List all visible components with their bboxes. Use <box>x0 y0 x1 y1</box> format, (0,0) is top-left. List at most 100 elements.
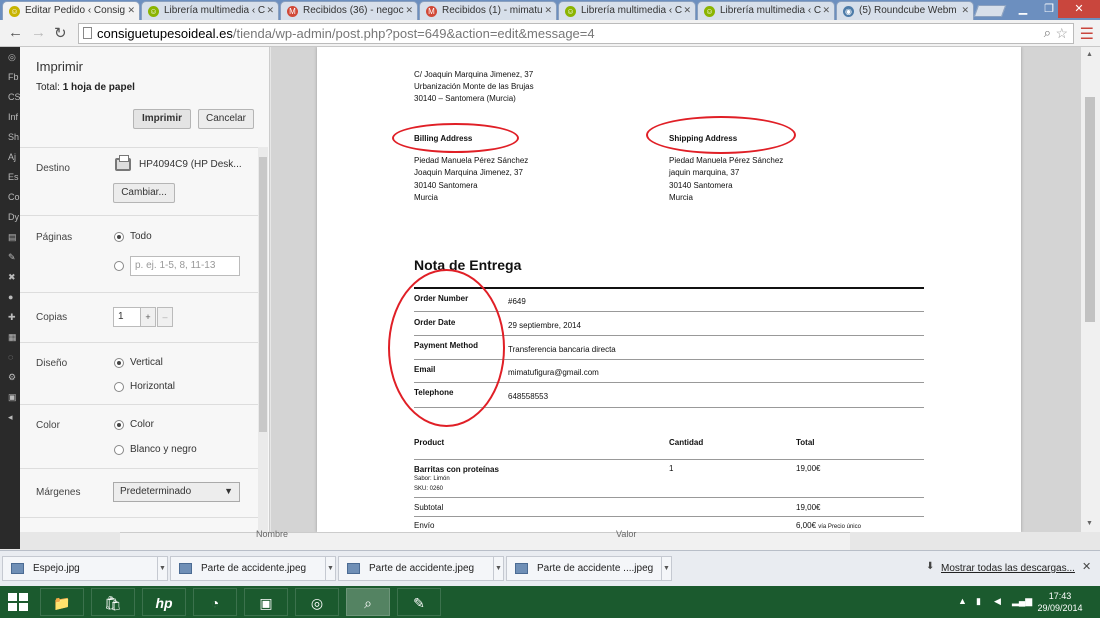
copies-input[interactable]: 1 <box>113 307 141 327</box>
tab-label: (5) Roundcube Webm <box>859 5 957 16</box>
chevron-down-icon[interactable]: ▼ <box>493 557 503 580</box>
tab-libreria-1[interactable]: ☺ Librería multimedia ‹ C ✕ <box>141 1 279 20</box>
pages-label: Páginas <box>36 232 73 243</box>
menu-item-icon[interactable]: ▤ <box>0 227 20 247</box>
order-value: Transferencia bancaria directa <box>508 345 616 354</box>
hp-icon[interactable]: hp <box>142 588 186 616</box>
tab-libreria-3[interactable]: ☺ Librería multimedia ‹ C ✕ <box>697 1 835 20</box>
close-icon[interactable]: ✕ <box>544 5 552 16</box>
image-file-icon <box>179 563 192 574</box>
file-explorer-icon[interactable]: 📁 <box>40 588 84 616</box>
url-text: consiguetupesoideal.es/tienda/wp-admin/p… <box>97 26 595 41</box>
download-item[interactable]: Parte de accidente.jpeg ▼ <box>170 556 336 581</box>
recovery-icon[interactable]: ◔ <box>193 588 237 616</box>
paint-icon[interactable]: ✎ <box>397 588 441 616</box>
minimize-button[interactable]: ▁ <box>1010 0 1036 18</box>
pages-custom-radio[interactable] <box>114 261 124 271</box>
search-icon[interactable]: ⌕ <box>1044 25 1051 41</box>
layout-vertical-label: Vertical <box>130 357 163 368</box>
sidebar-item[interactable]: CS <box>0 87 20 107</box>
chevron-down-icon[interactable]: ▼ <box>661 557 671 580</box>
reload-icon[interactable]: ↻ <box>54 24 67 42</box>
clock[interactable]: 17:43 29/09/2014 <box>1030 590 1090 614</box>
sidebar-item[interactable]: Es <box>0 167 20 187</box>
close-icon[interactable]: ✕ <box>822 5 830 16</box>
wp-logo-icon: ◎ <box>8 52 16 62</box>
pages-all-radio[interactable] <box>114 232 124 242</box>
close-window-button[interactable]: ✕ <box>1058 0 1100 18</box>
tab-editar-pedido[interactable]: ☺ Editar Pedido ‹ Consig ✕ <box>2 1 140 20</box>
margins-select[interactable]: Predeterminado ▼ <box>113 482 240 502</box>
total-pages: Total: 1 hoja de papel <box>36 82 135 93</box>
chevron-down-icon[interactable]: ▼ <box>325 557 335 580</box>
settings-scrollbar[interactable] <box>258 147 268 532</box>
settings-icon[interactable]: ▦ <box>0 327 20 347</box>
scroll-down-icon[interactable]: ▼ <box>1086 520 1093 527</box>
close-icon[interactable]: ✕ <box>266 5 274 16</box>
pin-icon[interactable]: ✎ <box>0 247 20 267</box>
battery-icon[interactable]: ▮ <box>976 596 981 607</box>
download-item[interactable]: Parte de accidente ....jpeg ▼ <box>506 556 672 581</box>
copies-plus-button[interactable]: + <box>140 307 156 327</box>
windows-start-icon[interactable] <box>8 593 28 611</box>
user-icon[interactable]: ● <box>0 287 20 307</box>
close-icon[interactable]: ✕ <box>683 5 691 16</box>
color-color-radio[interactable] <box>114 420 124 430</box>
color-bw-radio[interactable] <box>114 445 124 455</box>
pages-range-input[interactable]: p. ej. 1-5, 8, 11-13 <box>130 256 240 276</box>
image-file-icon <box>347 563 360 574</box>
box-icon[interactable]: ▣ <box>0 387 20 407</box>
close-icon[interactable]: ✕ <box>1082 560 1091 573</box>
download-item[interactable]: Parte de accidente.jpeg ▼ <box>338 556 504 581</box>
back-arrow-icon[interactable]: ← <box>8 24 23 41</box>
collapse-icon[interactable]: ◂ <box>0 407 20 427</box>
scrollbar-thumb[interactable] <box>1085 97 1095 322</box>
copies-minus-button[interactable]: – <box>157 307 173 327</box>
skype-icon[interactable]: ◎ <box>295 588 339 616</box>
volume-icon[interactable]: ◀ <box>994 596 1001 607</box>
address-bar[interactable]: consiguetupesoideal.es/tienda/wp-admin/p… <box>78 23 1074 44</box>
chrome-icon[interactable]: ⌕ <box>346 588 390 616</box>
sidebar-item[interactable]: Fb <box>0 67 20 87</box>
gear-icon[interactable]: ⚙ <box>0 367 20 387</box>
close-icon[interactable]: ✕ <box>405 5 413 16</box>
sidebar-item[interactable]: Aj <box>0 147 20 167</box>
download-filename: Parte de accidente.jpeg <box>201 563 307 574</box>
chevron-down-icon[interactable]: ▼ <box>157 557 167 580</box>
star-icon[interactable]: ☆ <box>1055 25 1068 42</box>
circle-icon[interactable]: ◌ <box>0 347 20 367</box>
scroll-up-icon[interactable]: ▲ <box>1086 51 1093 58</box>
change-printer-button[interactable]: Cambiar... <box>113 183 175 203</box>
tab-gmail-1[interactable]: M Recibidos (36) - negoc ✕ <box>280 1 418 20</box>
forward-arrow-icon[interactable]: → <box>31 24 46 41</box>
sidebar-item[interactable]: Sh <box>0 127 20 147</box>
new-tab-button[interactable] <box>973 5 1007 17</box>
print-button[interactable]: Imprimir <box>133 109 191 129</box>
close-icon[interactable]: ✕ <box>961 5 969 16</box>
download-item[interactable]: Espejo.jpg ▼ <box>2 556 168 581</box>
show-all-downloads-link[interactable]: Mostrar todas las descargas... <box>941 563 1075 574</box>
tab-gmail-2[interactable]: M Recibidos (1) - mimatu ✕ <box>419 1 557 20</box>
row-divider <box>414 459 924 460</box>
scrollbar-thumb[interactable] <box>259 157 267 432</box>
tray-expand-icon[interactable]: ▲ <box>958 596 967 606</box>
sidebar-item[interactable]: Inf <box>0 107 20 127</box>
preview-scrollbar[interactable]: ▲ ▼ <box>1081 47 1100 532</box>
menu-icon[interactable]: ☰ <box>1080 24 1094 44</box>
divider <box>20 342 258 343</box>
sidebar-item[interactable]: Co <box>0 187 20 207</box>
wrench-icon[interactable]: ✖ <box>0 267 20 287</box>
tab-libreria-2[interactable]: ☺ Librería multimedia ‹ C ✕ <box>558 1 696 20</box>
layout-horizontal-radio[interactable] <box>114 382 124 392</box>
tab-roundcube[interactable]: ◉ (5) Roundcube Webm ✕ <box>836 1 974 20</box>
store-icon[interactable]: 🛍 <box>91 588 135 616</box>
annotation-ellipse-order-fields <box>388 269 505 427</box>
tools-icon[interactable]: ✚ <box>0 307 20 327</box>
page-icon <box>83 27 92 39</box>
cancel-button[interactable]: Cancelar <box>198 109 254 129</box>
close-icon[interactable]: ✕ <box>127 5 135 16</box>
sidebar-item[interactable]: Dy <box>0 207 20 227</box>
layout-vertical-radio[interactable] <box>114 358 124 368</box>
product-quantity: 1 <box>669 464 674 473</box>
office-icon[interactable]: ▣ <box>244 588 288 616</box>
